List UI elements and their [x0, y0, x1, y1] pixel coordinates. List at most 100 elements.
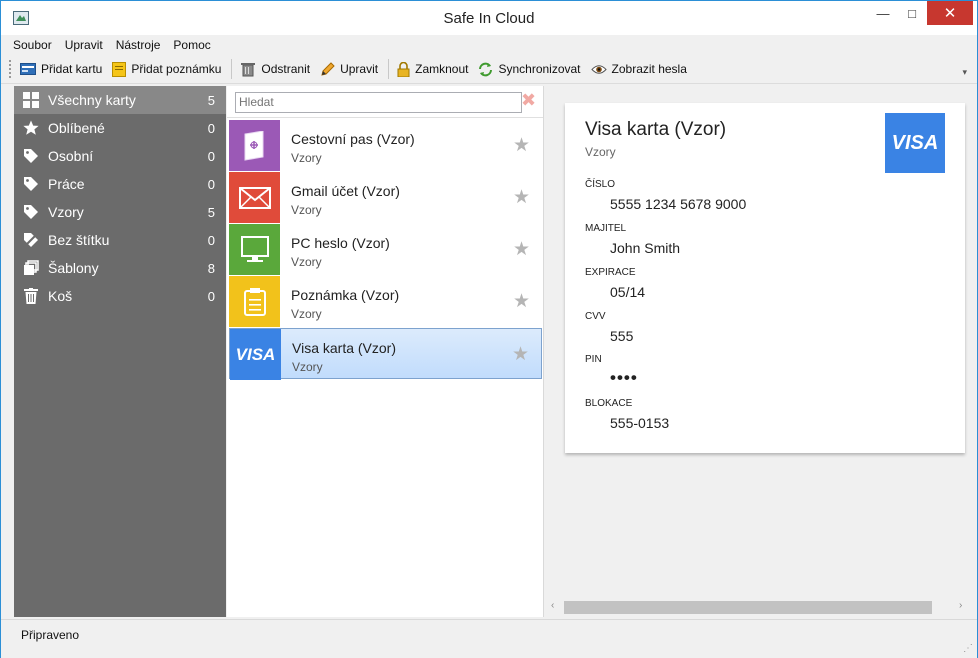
- menu-nastroje[interactable]: Nástroje: [116, 38, 161, 52]
- sidebar-item-vsechny-karty[interactable]: Všechny karty 5: [14, 86, 226, 114]
- sync-button[interactable]: Synchronizovat: [478, 62, 581, 77]
- edit-button[interactable]: Upravit: [320, 61, 379, 77]
- card-subtitle: Vzory: [291, 203, 322, 217]
- lock-button[interactable]: Zamknout: [397, 61, 468, 77]
- visa-logo-icon: VISA: [885, 113, 945, 173]
- sidebar-item-count: 0: [207, 176, 215, 192]
- edit-label: Upravit: [340, 62, 379, 76]
- toolbar-grip[interactable]: [9, 60, 14, 78]
- list-item[interactable]: VISA Visa karta (Vzor) Vzory ★: [229, 328, 542, 380]
- title-bar[interactable]: Safe In Cloud — □ ✕: [1, 1, 977, 35]
- delete-button[interactable]: Odstranit: [240, 62, 310, 77]
- card-title: Visa karta (Vzor): [292, 340, 396, 356]
- sidebar-item-kos[interactable]: Koš 0: [14, 282, 226, 310]
- sidebar-item-prace[interactable]: Práce 0: [14, 170, 226, 198]
- status-bar: Připraveno ⋰: [1, 619, 977, 658]
- maximize-button[interactable]: □: [899, 1, 925, 25]
- list-item[interactable]: Cestovní pas (Vzor) Vzory ★: [229, 120, 542, 171]
- card-detail: Visa karta (Vzor) Vzory VISA ČÍSLO 5555 …: [565, 103, 965, 453]
- sync-label: Synchronizovat: [498, 62, 581, 76]
- scroll-right-icon[interactable]: ›: [959, 600, 962, 611]
- detail-pane: Visa karta (Vzor) Vzory VISA ČÍSLO 5555 …: [544, 86, 976, 617]
- list-item[interactable]: PC heslo (Vzor) Vzory ★: [229, 224, 542, 275]
- card-title: PC heslo (Vzor): [291, 235, 390, 251]
- add-note-label: Přidat poznámku: [131, 62, 222, 76]
- sidebar-item-bez-stitku[interactable]: Bez štítku 0: [14, 226, 226, 254]
- sidebar-item-label: Všechny karty: [48, 92, 136, 108]
- divider: [227, 117, 543, 118]
- horizontal-scrollbar[interactable]: ‹ ›: [549, 599, 971, 615]
- app-window: Safe In Cloud — □ ✕ Soubor Upravit Nástr…: [0, 0, 978, 658]
- sidebar: Všechny karty 5 Oblíbené 0 Osobní 0 Prác…: [14, 86, 226, 617]
- close-button[interactable]: ✕: [927, 1, 973, 25]
- sidebar-item-vzory[interactable]: Vzory 5: [14, 198, 226, 226]
- field-label: EXPIRACE: [585, 267, 636, 278]
- untagged-icon: [22, 231, 40, 249]
- sidebar-item-label: Bez štítku: [48, 232, 110, 248]
- card-title: Gmail účet (Vzor): [291, 183, 400, 199]
- pencil-icon: [321, 61, 335, 76]
- menu-bar: Soubor Upravit Nástroje Pomoc: [1, 35, 977, 55]
- clear-search-icon[interactable]: ✖: [521, 91, 536, 109]
- templates-icon: [22, 259, 40, 277]
- monitor-icon: [229, 224, 280, 275]
- add-card-button[interactable]: Přidat kartu: [20, 62, 102, 76]
- favorite-star-icon[interactable]: ★: [513, 188, 530, 207]
- add-note-button[interactable]: Přidat poznámku: [112, 61, 222, 77]
- menu-soubor[interactable]: Soubor: [13, 38, 52, 52]
- sidebar-item-oblibene[interactable]: Oblíbené 0: [14, 114, 226, 142]
- passport-icon: [229, 120, 280, 171]
- sync-icon: [479, 62, 493, 76]
- sidebar-item-sablony[interactable]: Šablony 8: [14, 254, 226, 282]
- sidebar-item-count: 0: [207, 120, 215, 136]
- scroll-left-icon[interactable]: ‹: [551, 600, 554, 611]
- sidebar-item-label: Práce: [48, 176, 85, 192]
- sidebar-item-label: Koš: [48, 288, 73, 304]
- trash-icon: [22, 287, 40, 305]
- tag-icon: [22, 203, 40, 221]
- field-value[interactable]: 555-0153: [610, 415, 669, 431]
- sidebar-item-count: 8: [207, 260, 215, 276]
- sidebar-item-label: Oblíbené: [48, 120, 105, 136]
- show-passwords-button[interactable]: Zobrazit hesla: [590, 62, 687, 76]
- note-icon: [112, 61, 127, 77]
- favorite-star-icon[interactable]: ★: [513, 240, 530, 259]
- visa-icon: VISA: [230, 329, 281, 380]
- search-input[interactable]: [235, 92, 522, 113]
- sidebar-item-count: 5: [207, 92, 215, 108]
- tag-icon: [22, 147, 40, 165]
- add-card-label: Přidat kartu: [41, 62, 103, 76]
- menu-pomoc[interactable]: Pomoc: [173, 38, 210, 52]
- field-label: CVV: [585, 311, 606, 322]
- sidebar-item-osobni[interactable]: Osobní 0: [14, 142, 226, 170]
- eye-icon: [590, 64, 607, 74]
- toolbar-separator: [388, 59, 390, 79]
- favorite-star-icon[interactable]: ★: [512, 345, 529, 364]
- pin-value[interactable]: ••••: [610, 368, 638, 388]
- toolbar: Přidat kartu Přidat poznámku Odstranit U…: [1, 55, 977, 84]
- favorite-star-icon[interactable]: ★: [513, 136, 530, 155]
- toolbar-overflow-button[interactable]: ▾: [962, 67, 967, 78]
- star-icon: [22, 119, 40, 137]
- field-value[interactable]: 05/14: [610, 284, 645, 300]
- sidebar-item-count: 5: [207, 204, 215, 220]
- detail-title: Visa karta (Vzor): [585, 119, 727, 140]
- window-title: Safe In Cloud: [443, 10, 535, 27]
- minimize-button[interactable]: —: [869, 1, 897, 25]
- menu-upravit[interactable]: Upravit: [65, 38, 103, 52]
- resize-grip-icon[interactable]: ⋰: [963, 643, 973, 654]
- field-value[interactable]: 555: [610, 328, 633, 344]
- card-title: Cestovní pas (Vzor): [291, 131, 415, 147]
- favorite-star-icon[interactable]: ★: [513, 292, 530, 311]
- list-item[interactable]: Poznámka (Vzor) Vzory ★: [229, 276, 542, 327]
- field-value[interactable]: John Smith: [610, 240, 680, 256]
- list-item[interactable]: Gmail účet (Vzor) Vzory ★: [229, 172, 542, 223]
- sidebar-item-label: Osobní: [48, 148, 94, 164]
- card-subtitle: Vzory: [291, 307, 322, 321]
- field-label: PIN: [585, 354, 602, 365]
- field-value[interactable]: 5555 1234 5678 9000: [610, 196, 746, 212]
- mail-icon: [229, 172, 280, 223]
- sidebar-item-label: Vzory: [48, 204, 84, 220]
- scrollbar-thumb[interactable]: [564, 601, 932, 614]
- field-label: ČÍSLO: [585, 179, 616, 190]
